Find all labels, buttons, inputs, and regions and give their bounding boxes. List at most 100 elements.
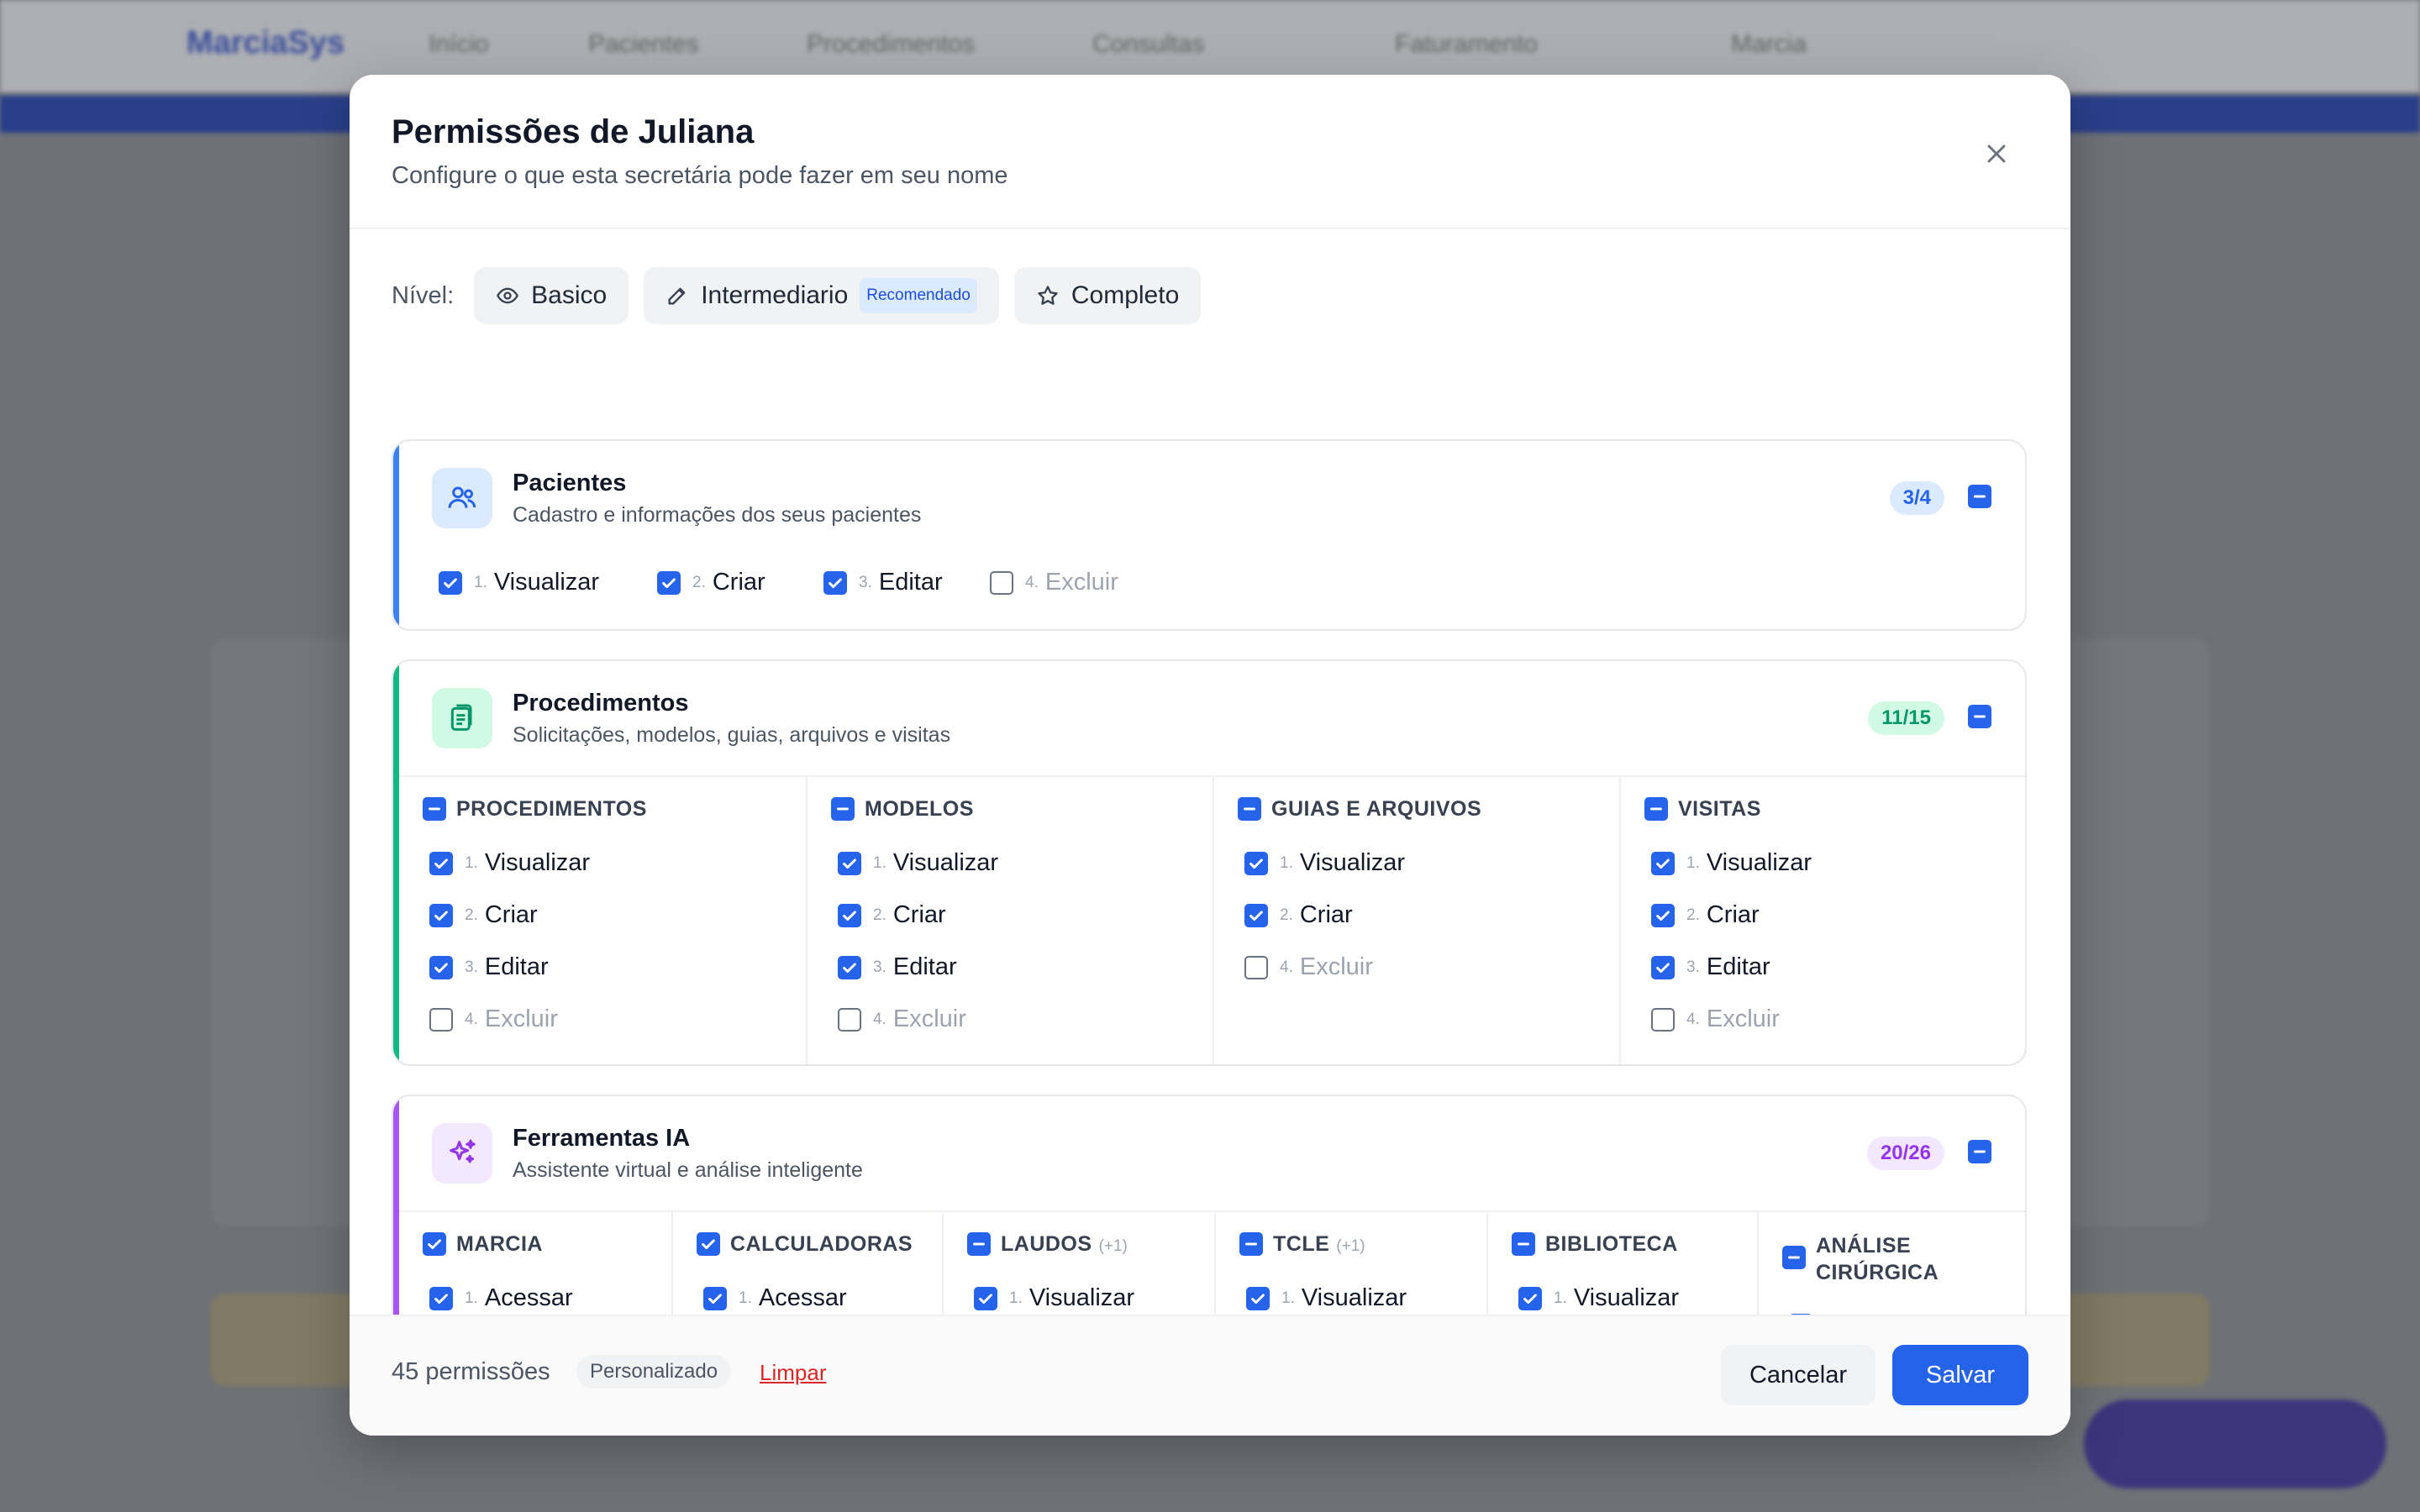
permission-item[interactable]: 1. Visualizar xyxy=(1244,849,1405,877)
permission-label: Visualizar xyxy=(1573,1284,1680,1311)
level-basico-button[interactable]: Basico xyxy=(474,267,629,324)
permission-item[interactable]: 3. Editar xyxy=(823,569,943,596)
section-toggle-checkbox[interactable] xyxy=(1968,705,1991,728)
group-title: CALCULADORAS xyxy=(730,1232,913,1256)
section-toggle-checkbox[interactable] xyxy=(1968,1140,1991,1163)
permission-checkbox[interactable] xyxy=(838,955,861,979)
permission-item[interactable]: 4. Excluir xyxy=(1651,1005,1780,1033)
group-header[interactable]: BIBLIOTECA xyxy=(1512,1232,1678,1257)
permission-item[interactable]: 2. Criar xyxy=(1244,901,1353,929)
permission-checkbox[interactable] xyxy=(1244,955,1268,979)
permission-number: 4. xyxy=(465,1010,478,1028)
permission-checkbox[interactable] xyxy=(1782,1246,1806,1269)
permission-checkbox[interactable] xyxy=(974,1286,997,1310)
save-button[interactable]: Salvar xyxy=(1892,1345,2028,1405)
permission-checkbox[interactable] xyxy=(823,570,847,595)
cancel-button[interactable]: Cancelar xyxy=(1721,1345,1876,1405)
permission-item[interactable]: 1. Visualizar xyxy=(1246,1284,1407,1312)
permission-item[interactable]: 2. Criar xyxy=(657,569,765,596)
permission-item[interactable]: 1. Visualizar xyxy=(1518,1284,1679,1312)
permission-item[interactable]: 3. Editar xyxy=(838,953,957,981)
permission-label: Acessar xyxy=(758,1284,847,1311)
group-header[interactable]: TCLE (+1) xyxy=(1239,1232,1365,1257)
permission-label: Visualizar xyxy=(493,569,600,596)
permission-checkbox[interactable] xyxy=(1644,797,1668,821)
group-header[interactable]: MARCIA xyxy=(423,1232,543,1257)
permission-item[interactable]: 1. Visualizar xyxy=(974,1284,1134,1312)
permission-checkbox[interactable] xyxy=(1518,1286,1542,1310)
permission-checkbox[interactable] xyxy=(838,1007,861,1032)
permission-checkbox[interactable] xyxy=(990,570,1013,595)
close-icon[interactable] xyxy=(1981,139,2012,169)
permission-checkbox[interactable] xyxy=(1651,1007,1675,1032)
permission-checkbox[interactable] xyxy=(967,1232,991,1256)
permission-checkbox[interactable] xyxy=(429,1286,453,1310)
permission-checkbox[interactable] xyxy=(423,1232,446,1256)
permission-checkbox[interactable] xyxy=(1651,903,1675,927)
group-header[interactable]: MODELOS xyxy=(831,797,974,822)
group-title: GUIAS E ARQUIVOS xyxy=(1271,797,1482,821)
group-header[interactable]: ANÁLISE CIRÚRGICA xyxy=(1782,1232,1984,1286)
permission-checkbox[interactable] xyxy=(703,1286,727,1310)
level-completo-button[interactable]: Completo xyxy=(1013,267,1202,324)
permission-label: Excluir xyxy=(1299,953,1373,980)
permission-label: Visualizar xyxy=(1301,1284,1407,1311)
permission-label: Editar xyxy=(1706,953,1770,980)
permission-item[interactable]: 2. Criar xyxy=(838,901,946,929)
group-header[interactable]: VISITAS xyxy=(1644,797,1761,822)
clear-link[interactable]: Limpar xyxy=(760,1360,826,1386)
permission-checkbox[interactable] xyxy=(429,955,453,979)
permission-checkbox[interactable] xyxy=(838,903,861,927)
group-header[interactable]: LAUDOS (+1) xyxy=(967,1232,1128,1257)
permission-checkbox[interactable] xyxy=(439,570,462,595)
permission-checkbox[interactable] xyxy=(838,851,861,875)
permission-number: 1. xyxy=(465,853,478,872)
permission-item[interactable]: 1. Visualizar xyxy=(838,849,998,877)
permission-label: Visualizar xyxy=(1299,849,1406,876)
section-toggle-checkbox[interactable] xyxy=(1968,485,1991,508)
permission-item[interactable]: 1. Visualizar xyxy=(429,849,590,877)
permission-checkbox[interactable] xyxy=(1244,851,1268,875)
permission-item[interactable]: 3. Editar xyxy=(429,953,549,981)
permission-item[interactable]: 1. Acessar xyxy=(429,1284,573,1312)
permission-label: Editar xyxy=(878,569,943,596)
permission-item[interactable]: 4. Excluir xyxy=(1244,953,1373,981)
permission-number: 4. xyxy=(1686,1010,1700,1028)
permission-label: Visualizar xyxy=(1706,849,1812,876)
permission-checkbox[interactable] xyxy=(423,797,446,821)
group-header[interactable]: PROCEDIMENTOS xyxy=(423,797,647,822)
permission-checkbox[interactable] xyxy=(1238,797,1261,821)
level-intermediario-button[interactable]: Intermediario Recomendado xyxy=(644,267,999,324)
permission-item[interactable]: 2. Criar xyxy=(429,901,538,929)
permission-checkbox[interactable] xyxy=(697,1232,720,1256)
permission-number: 2. xyxy=(465,906,478,924)
group-title: TCLE (+1) xyxy=(1273,1232,1365,1256)
permission-checkbox[interactable] xyxy=(1651,955,1675,979)
permission-item[interactable]: 1. Visualizar xyxy=(439,569,599,596)
group-header[interactable]: GUIAS E ARQUIVOS xyxy=(1238,797,1481,822)
permission-checkbox[interactable] xyxy=(429,1007,453,1032)
permission-checkbox[interactable] xyxy=(1651,851,1675,875)
permission-checkbox[interactable] xyxy=(1244,903,1268,927)
permission-checkbox[interactable] xyxy=(1239,1232,1263,1256)
permission-label: Criar xyxy=(712,569,765,596)
permission-item[interactable]: 4. Excluir xyxy=(429,1005,558,1033)
permission-label: Editar xyxy=(892,953,957,980)
permission-item[interactable]: 1. Visualizar xyxy=(1651,849,1812,877)
permission-item[interactable]: 4. Excluir xyxy=(838,1005,966,1033)
group-header[interactable]: CALCULADORAS xyxy=(697,1232,913,1257)
custom-level-badge: Personalizado xyxy=(576,1355,732,1389)
permission-checkbox[interactable] xyxy=(1246,1286,1270,1310)
permission-item[interactable]: 2. Criar xyxy=(1651,901,1760,929)
users-icon xyxy=(432,468,492,528)
permission-item[interactable]: 3. Editar xyxy=(1651,953,1770,981)
permission-item[interactable]: 1. Acessar xyxy=(703,1284,847,1312)
permission-checkbox[interactable] xyxy=(429,903,453,927)
permission-item[interactable]: 4. Excluir xyxy=(990,569,1118,596)
permission-checkbox[interactable] xyxy=(831,797,855,821)
permission-checkbox[interactable] xyxy=(429,851,453,875)
permission-checkbox[interactable] xyxy=(1512,1232,1535,1256)
permission-label: Excluir xyxy=(1044,569,1118,596)
permission-checkbox[interactable] xyxy=(657,570,681,595)
section-accent xyxy=(393,441,399,629)
